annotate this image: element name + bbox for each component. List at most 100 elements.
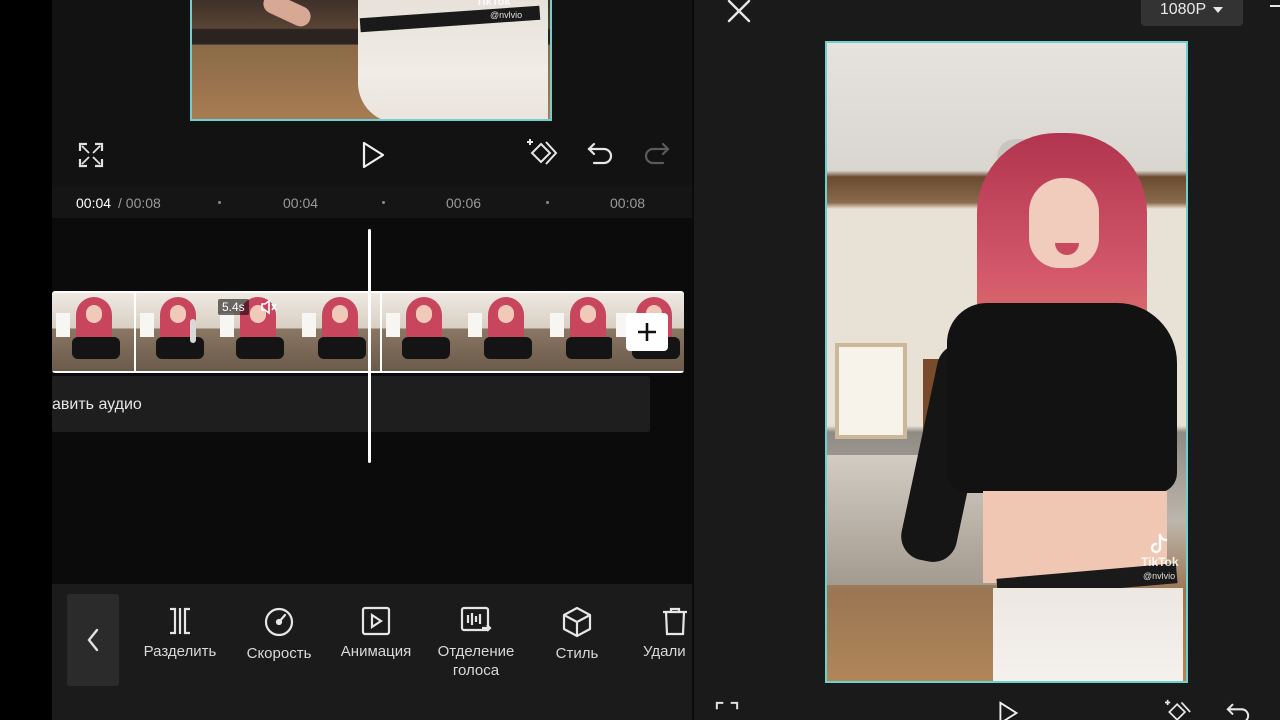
undo-button[interactable] [585, 138, 615, 168]
speed-label: Скорость [246, 645, 312, 662]
clip-thumbnail [52, 293, 134, 371]
animation-label: Анимация [340, 643, 412, 660]
toolbar-back-button[interactable] [67, 594, 119, 686]
undo-icon [587, 142, 613, 165]
ruler-dot [382, 201, 385, 204]
clip-thumbnail [464, 293, 546, 371]
video-preview-area: TikTok @nvlvio [52, 0, 692, 186]
delete-tool[interactable]: Удали [624, 606, 692, 661]
fullscreen-video-frame[interactable]: TikTok @nvlvio [825, 41, 1188, 683]
tiktok-watermark: TikTok [476, 0, 511, 8]
animation-tool[interactable]: Анимация [326, 606, 426, 661]
thumbnail-top [484, 337, 532, 359]
edit-toolbar: Разделить Скорость Анимация Отделение го… [52, 584, 692, 720]
delete-icon [663, 607, 687, 636]
left-edge-strip [0, 0, 52, 720]
chevron-left-icon [87, 628, 99, 652]
thumbnail-win [302, 313, 316, 337]
total-duration: / 00:08 [118, 195, 161, 211]
ruler-tick-label: 00:04 [283, 195, 319, 211]
thumbnail-win [56, 313, 70, 337]
fullscreen-exit-button[interactable] [714, 701, 740, 720]
speed-tool[interactable]: Скорость [229, 606, 329, 663]
split-tool[interactable]: Разделить [130, 606, 230, 661]
ruler-dot [218, 201, 221, 204]
thumbnail-face [416, 305, 432, 323]
clip-mute-button[interactable] [260, 299, 278, 320]
ruler-dot [546, 201, 549, 204]
fullscreen-button[interactable] [76, 140, 106, 170]
voice-separation-label: Отделение голоса [437, 643, 515, 679]
fullscreen-icon [78, 142, 104, 168]
keyframe-diamond-icon [527, 139, 558, 165]
timeline-area[interactable]: 00:04 / 00:08 00:04 00:06 00:08 5.4s ави… [52, 186, 692, 584]
thumbnail-top [318, 337, 366, 359]
thumbnail-win [220, 313, 234, 337]
redo-button[interactable] [642, 138, 672, 168]
resolution-value: 1080P [1159, 1, 1207, 18]
editor-left-pane: TikTok @nvlvio 00:04 / 00:08 00:04 00:06… [0, 0, 692, 720]
play-button[interactable] [356, 138, 390, 172]
preview-hand [260, 0, 314, 30]
animation-icon [361, 606, 391, 636]
thumbnail-face [580, 305, 596, 323]
style-cube-icon [562, 606, 592, 638]
close-icon [727, 0, 751, 23]
thumbnail-win [468, 313, 482, 337]
thumbnail-top [566, 337, 614, 359]
add-keyframe-button[interactable] [524, 136, 560, 170]
thumbnail-face [332, 305, 348, 323]
split-label: Разделить [143, 643, 217, 660]
clip-thumbnail [382, 293, 464, 371]
tiktok-watermark: TikTok [1141, 555, 1179, 569]
add-clip-button[interactable] [626, 313, 668, 351]
tiktok-logo-icon [1150, 533, 1168, 554]
add-audio-track[interactable]: авить аудио [52, 376, 650, 432]
speaker-muted-icon [261, 299, 277, 315]
resolution-select[interactable]: 1080P [1141, 0, 1243, 26]
thumbnail-win [140, 313, 154, 337]
thumbnail-face [170, 305, 186, 323]
ruler-tick-label: 00:08 [610, 195, 646, 211]
time-ruler[interactable]: 00:04 / 00:08 00:04 00:06 00:08 [52, 186, 692, 218]
speed-icon [264, 607, 294, 637]
voice-separation-icon [460, 606, 492, 632]
undo-icon [1226, 703, 1250, 720]
style-label: Стиль [555, 645, 599, 662]
subject-top [947, 303, 1177, 493]
voice-separation-tool[interactable]: Отделение голоса [426, 606, 526, 680]
subject-skirt [993, 588, 1183, 681]
play-icon [999, 701, 1019, 720]
current-time: 00:04 [76, 195, 112, 211]
close-button[interactable] [724, 0, 754, 26]
preview-keyframe-button[interactable] [1162, 699, 1194, 720]
play-icon [362, 141, 385, 169]
video-preview-frame[interactable]: TikTok @nvlvio [190, 0, 552, 121]
plus-icon [638, 323, 656, 341]
thumbnail-face [498, 305, 514, 323]
ruler-tick-label: 00:06 [446, 195, 482, 211]
fullscreen-icon [715, 701, 739, 710]
clip-duration-badge: 5.4s [218, 299, 249, 315]
fullscreen-preview-pane: 1080P TikTok @nvlvio [694, 0, 1280, 720]
tiktok-handle: @nvlvio [1143, 571, 1176, 581]
keyframe-diamond-icon [1165, 699, 1191, 720]
background-window [835, 343, 907, 439]
thumbnail-face [86, 305, 102, 323]
thumbnail-top [156, 337, 204, 359]
thumbnail-top [402, 337, 450, 359]
minimize-button[interactable] [1268, 0, 1280, 18]
add-audio-label: авить аудио [52, 396, 142, 413]
thumbnail-top [236, 337, 284, 359]
minus-icon [1270, 5, 1280, 7]
clip-thumbnail [136, 293, 218, 371]
preview-play-button[interactable] [996, 701, 1020, 720]
preview-undo-button[interactable] [1224, 702, 1252, 720]
clip-trim-handle[interactable] [190, 319, 196, 343]
style-tool[interactable]: Стиль [527, 606, 627, 663]
redo-icon [644, 142, 670, 165]
thumbnail-top [72, 337, 120, 359]
playhead[interactable] [368, 229, 371, 463]
thumbnail-win [550, 313, 564, 337]
delete-label: Удали [643, 643, 686, 660]
